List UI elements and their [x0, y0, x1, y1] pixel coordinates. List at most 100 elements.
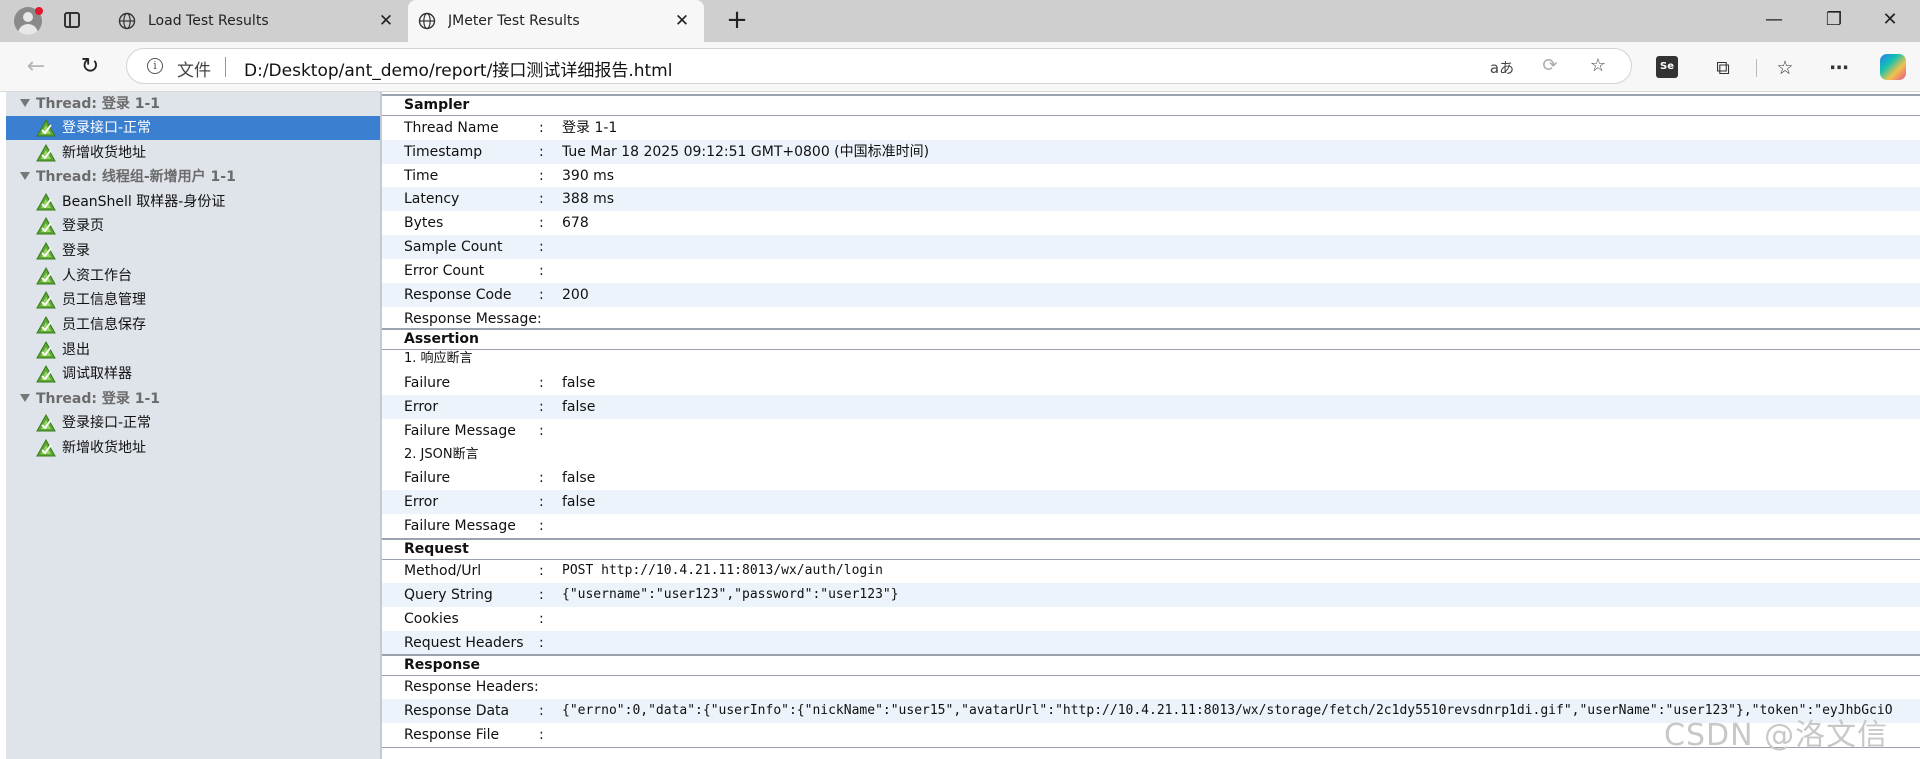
thread-label: Thread: 线程组-新增用户 1-1 [36, 169, 236, 185]
more-icon[interactable]: ⋯ [1826, 55, 1852, 81]
address-bar[interactable]: i 文件 D:/Desktop/ant_demo/report/接口测试详细报告… [126, 48, 1632, 84]
tree-sample-node[interactable]: 登录 [6, 239, 380, 263]
favorite-star-icon[interactable]: ☆ [1585, 55, 1611, 76]
success-sample-icon [36, 291, 56, 309]
sample-details: Sampler Thread Name: 登录 1-1 Timestamp: Tue M… [382, 92, 1920, 759]
tree-sample-node[interactable]: 登录接口-正常 [6, 411, 380, 435]
detail-row: Response Code: 200 [382, 283, 1920, 307]
success-sample-icon [36, 193, 56, 211]
detail-row: Request Headers: [382, 631, 1920, 655]
results-tree: Thread: 登录 1-1 登录接口-正常 新增收货地址 Thread: 线程组-新… [6, 92, 380, 759]
success-sample-icon [36, 217, 56, 235]
divider [225, 57, 226, 77]
field-name: Response Headers: [404, 679, 539, 695]
field-name: Sample Count [404, 239, 503, 255]
tab-strip: Load Test Results ✕ JMeter Test Results … [0, 0, 1920, 42]
field-value: {"username":"user123","password":"user12… [562, 587, 899, 602]
close-tab-icon[interactable]: ✕ [372, 11, 400, 31]
expand-caret-icon[interactable] [20, 99, 30, 107]
reload-icon[interactable]: ↻ [74, 51, 106, 83]
close-tab-icon[interactable]: ✕ [668, 11, 696, 31]
read-aloud-icon[interactable]: aあ [1489, 57, 1515, 78]
expand-caret-icon[interactable] [20, 172, 30, 180]
success-sample-icon [36, 144, 56, 162]
tree-sample-node[interactable]: 登录页 [6, 214, 380, 238]
tree-thread-node[interactable]: Thread: 登录 1-1 [6, 92, 380, 116]
field-value: 678 [562, 215, 589, 231]
field-separator: : [539, 144, 544, 160]
tab-jmeter-test-results[interactable]: JMeter Test Results ✕ [408, 0, 704, 42]
tree-sample-node[interactable]: 新增收货地址 [6, 436, 380, 460]
assertion-group-header: 1. 响应断言 [382, 347, 1920, 371]
new-tab-icon[interactable]: + [722, 6, 752, 36]
tree-thread-node[interactable]: Thread: 登录 1-1 [6, 387, 380, 411]
tree-sample-node[interactable]: 新增收货地址 [6, 141, 380, 165]
tree-sample-node[interactable]: 人资工作台 [6, 264, 380, 288]
field-value: false [562, 494, 596, 510]
tree-sample-node[interactable]: 员工信息管理 [6, 288, 380, 312]
info-icon[interactable]: i [147, 58, 163, 74]
field-value: false [562, 470, 596, 486]
detail-row: Cookies: [382, 607, 1920, 631]
field-separator: : [539, 563, 544, 579]
field-name: Response File [404, 727, 500, 743]
field-separator: : [539, 375, 544, 391]
success-sample-icon [36, 365, 56, 383]
copilot-icon[interactable] [1880, 54, 1906, 80]
globe-icon [118, 12, 136, 30]
tree-sample-node[interactable]: 员工信息保存 [6, 313, 380, 337]
field-name: Cookies [404, 611, 459, 627]
field-separator: : [539, 263, 544, 279]
field-name: Method/Url [404, 563, 482, 579]
tab-title: Load Test Results [148, 13, 269, 29]
section-title: Request [404, 541, 469, 557]
sample-label: 员工信息保存 [62, 317, 146, 333]
section-title: Assertion [404, 331, 479, 347]
detail-row: Error: false [382, 490, 1920, 514]
tree-sample-node[interactable]: BeanShell 取样器-身份证 [6, 190, 380, 214]
sample-label: 登录页 [62, 218, 104, 234]
tree-thread-node[interactable]: Thread: 线程组-新增用户 1-1 [6, 165, 380, 189]
success-sample-icon [36, 119, 56, 137]
favorites-icon[interactable]: ☆ [1772, 55, 1798, 81]
tab-load-test-results[interactable]: Load Test Results ✕ [108, 0, 408, 42]
success-sample-icon [36, 439, 56, 457]
detail-row: Failure Message: [382, 419, 1920, 443]
request-section: Request [382, 538, 1920, 560]
field-separator: : [539, 287, 544, 303]
field-name: Error [404, 494, 439, 510]
selenium-extension-icon[interactable]: Se [1656, 56, 1678, 78]
tree-sample-node[interactable]: 登录接口-正常 [6, 116, 380, 140]
assertion-name: 2. JSON断言 [404, 447, 479, 462]
expand-caret-icon[interactable] [20, 394, 30, 402]
notification-dot-icon [35, 7, 43, 15]
url-text[interactable]: D:/Desktop/ant_demo/report/接口测试详细报告.html [244, 56, 672, 81]
field-name: Failure Message [404, 518, 516, 534]
tree-sample-node[interactable]: 退出 [6, 338, 380, 362]
field-separator: : [539, 518, 544, 534]
sample-label: 新增收货地址 [62, 440, 146, 456]
field-value: false [562, 375, 596, 391]
field-value: Tue Mar 18 2025 09:12:51 GMT+0800 (中国标准时… [562, 144, 930, 160]
field-value: false [562, 399, 596, 415]
field-separator: : [539, 423, 544, 439]
refresh-circle-icon[interactable]: ⟳ [1537, 55, 1563, 76]
back-arrow-icon[interactable]: ← [20, 51, 52, 83]
assertion-name: 1. 响应断言 [404, 351, 473, 366]
minimize-icon[interactable]: — [1744, 0, 1804, 42]
field-value: 390 ms [562, 168, 615, 184]
workspaces-icon[interactable] [64, 12, 80, 28]
success-sample-icon [36, 242, 56, 260]
field-name: Failure [404, 375, 451, 391]
detail-row: Time: 390 ms [382, 164, 1920, 188]
browser-toolbar: ← ↻ i 文件 D:/Desktop/ant_demo/report/接口测试… [0, 42, 1920, 92]
extensions-icon[interactable]: ⧉ [1710, 55, 1736, 81]
sample-label: 新增收货地址 [62, 145, 146, 161]
sample-label: BeanShell 取样器-身份证 [62, 194, 226, 210]
close-window-icon[interactable]: ✕ [1860, 0, 1920, 42]
tree-sample-node[interactable]: 调试取样器 [6, 362, 380, 386]
field-separator: : [539, 239, 544, 255]
section-title: Response [404, 657, 481, 673]
restore-icon[interactable]: ❐ [1804, 0, 1864, 42]
success-sample-icon [36, 414, 56, 432]
